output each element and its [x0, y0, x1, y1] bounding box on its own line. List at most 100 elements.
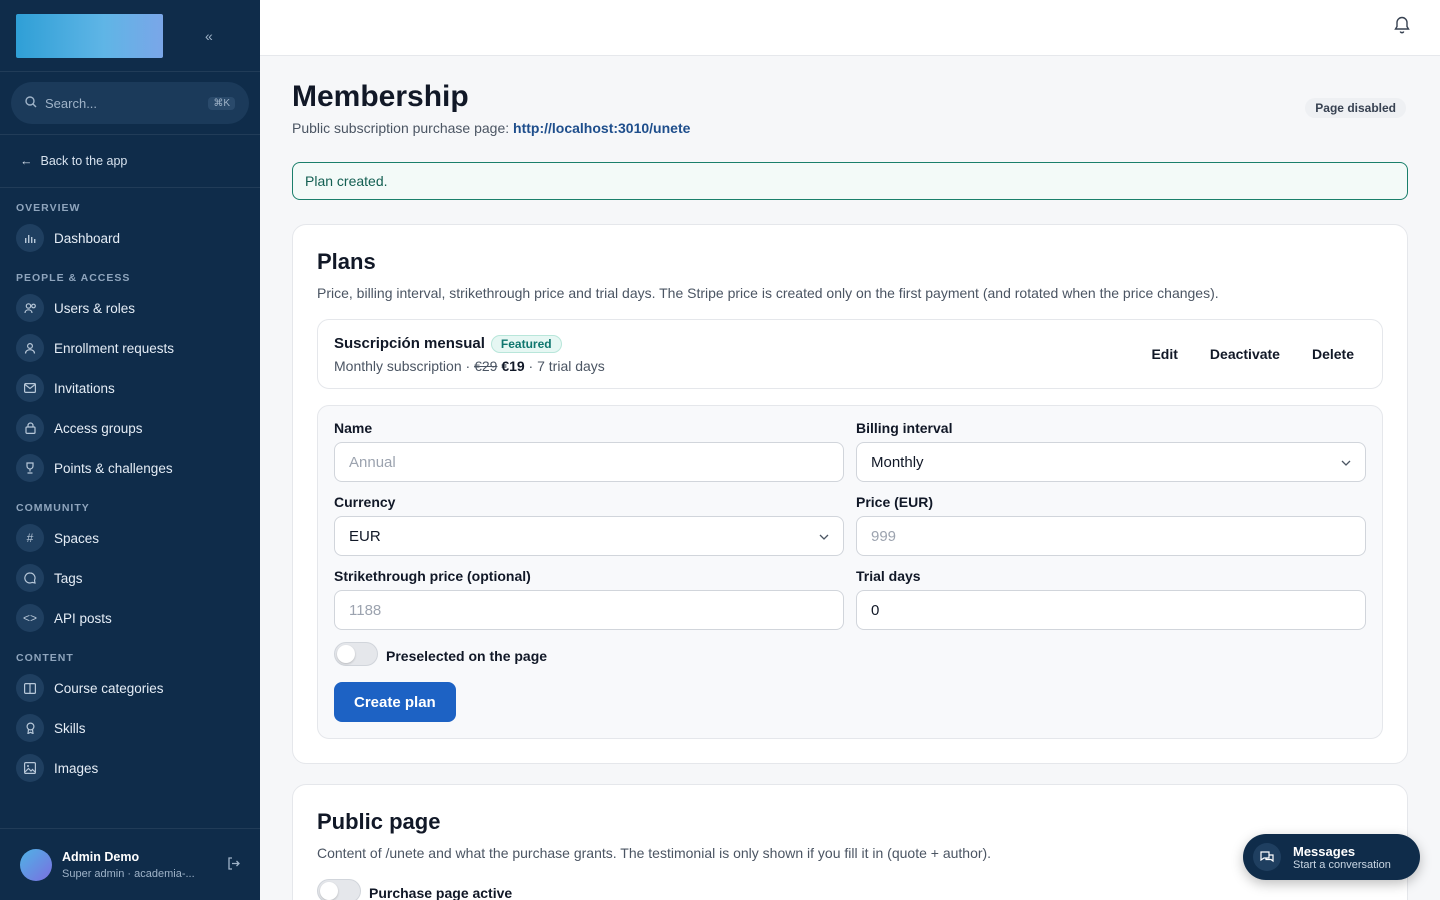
- section-content: CONTENT: [16, 652, 74, 664]
- sidebar-item-points[interactable]: Points & challenges: [0, 448, 260, 488]
- success-alert: Plan created.: [292, 162, 1408, 200]
- code-icon: <>: [16, 604, 44, 632]
- section-people: PEOPLE & ACCESS: [16, 272, 131, 284]
- sidebar-item-course-categories[interactable]: Course categories: [0, 668, 260, 708]
- logout-icon[interactable]: [227, 856, 240, 873]
- sidebar-item-label: Tags: [54, 570, 83, 586]
- featured-badge: Featured: [490, 334, 562, 353]
- page-title: Membership: [292, 80, 469, 113]
- public-page-link[interactable]: http://localhost:3010/unete: [513, 120, 690, 136]
- plan-row: Suscripción mensual Featured Monthly sub…: [317, 319, 1383, 389]
- deactivate-plan-button[interactable]: Deactivate: [1210, 346, 1280, 362]
- name-label: Name: [334, 420, 373, 436]
- sidebar-item-dashboard[interactable]: Dashboard: [0, 218, 260, 258]
- sidebar-item-label: Spaces: [54, 530, 100, 546]
- delete-plan-button[interactable]: Delete: [1312, 346, 1354, 362]
- mail-icon: [16, 374, 44, 402]
- bell-icon[interactable]: [1394, 16, 1410, 39]
- book-icon: [16, 674, 44, 702]
- sidebar-item-label: Dashboard: [54, 230, 121, 246]
- trial-days-input[interactable]: 0: [856, 590, 1366, 630]
- bar-chart-icon: [16, 224, 44, 252]
- plans-description: Price, billing interval, strikethrough p…: [317, 285, 1219, 301]
- messages-icon: [1253, 843, 1281, 871]
- sidebar-item-skills[interactable]: Skills: [0, 708, 260, 748]
- back-to-app-label: Back to the app: [40, 154, 128, 168]
- chat-bubble-icon: [16, 564, 44, 592]
- plans-title: Plans: [317, 249, 376, 274]
- price-label: Price (EUR): [856, 494, 934, 510]
- user-icon: [16, 334, 44, 362]
- currency-value: EUR: [349, 527, 381, 545]
- create-plan-button[interactable]: Create plan: [334, 682, 456, 722]
- users-icon: [16, 294, 44, 322]
- plan-meta: Monthly subscription · €29 €19 · 7 trial…: [334, 358, 605, 374]
- sidebar-item-label: Users & roles: [54, 300, 136, 316]
- avatar: [20, 848, 52, 881]
- currency-label: Currency: [334, 494, 396, 510]
- sidebar-item-label: Enrollment requests: [54, 340, 175, 356]
- arrow-left-icon: ←: [20, 154, 33, 168]
- sidebar-item-label: Skills: [54, 720, 86, 736]
- plan-interval: Monthly subscription ·: [334, 357, 475, 374]
- award-icon: [16, 714, 44, 742]
- public-page-description: Content of /unete and what the purchase …: [317, 845, 992, 861]
- sidebar-item-tags[interactable]: Tags: [0, 558, 260, 598]
- sidebar-item-access-groups[interactable]: Access groups: [0, 408, 260, 448]
- back-to-app-link[interactable]: ← Back to the app: [0, 135, 260, 187]
- status-badge: Page disabled: [1305, 98, 1406, 118]
- interval-value: Monthly: [871, 453, 924, 471]
- sidebar-search[interactable]: Search... ⌘K: [11, 82, 249, 124]
- purchase-page-toggle[interactable]: [317, 879, 361, 900]
- search-icon: [25, 95, 37, 111]
- sidebar-item-enrollment[interactable]: Enrollment requests: [0, 328, 260, 368]
- trophy-icon: [16, 454, 44, 482]
- create-plan-form: Name Annual Billing interval Monthly Cur…: [317, 405, 1383, 739]
- preselected-toggle[interactable]: [334, 642, 378, 666]
- public-page-card: Public page Content of /unete and what t…: [292, 784, 1408, 900]
- name-input[interactable]: Annual: [334, 442, 844, 482]
- preselected-label: Preselected on the page: [386, 648, 548, 664]
- interval-label: Billing interval: [856, 420, 953, 436]
- public-page-title: Public page: [317, 809, 441, 834]
- user-profile[interactable]: Admin Demo Super admin · academia-...: [0, 828, 260, 900]
- section-community: COMMUNITY: [16, 502, 90, 514]
- sidebar-item-spaces[interactable]: # Spaces: [0, 518, 260, 558]
- plans-card: Plans Price, billing interval, strikethr…: [292, 224, 1408, 764]
- sidebar-item-invitations[interactable]: Invitations: [0, 368, 260, 408]
- edit-plan-button[interactable]: Edit: [1151, 346, 1177, 362]
- plan-name: Suscripción mensual: [334, 335, 485, 352]
- plan-trial: · 7 trial days: [524, 357, 605, 374]
- image-icon: [16, 754, 44, 782]
- strike-price-input[interactable]: 1188: [334, 590, 844, 630]
- hash-icon: #: [16, 524, 44, 552]
- search-shortcut: ⌘K: [208, 96, 235, 110]
- trial-days-label: Trial days: [856, 568, 921, 584]
- sidebar-header: «: [0, 0, 260, 72]
- messages-title: Messages: [1293, 843, 1356, 859]
- currency-select[interactable]: EUR: [334, 516, 844, 556]
- chevron-down-icon: [1341, 455, 1351, 469]
- price-input[interactable]: 999: [856, 516, 1366, 556]
- sidebar-item-label: Access groups: [54, 420, 143, 436]
- page-subtitle: Public subscription purchase page: http:…: [292, 120, 1408, 136]
- main-content: Membership Public subscription purchase …: [292, 56, 1408, 764]
- sidebar-item-api-posts[interactable]: <> API posts: [0, 598, 260, 638]
- messages-subtitle: Start a conversation: [1293, 858, 1391, 871]
- sidebar-item-images[interactable]: Images: [0, 748, 260, 788]
- sidebar-item-label: Images: [54, 760, 99, 776]
- app-logo[interactable]: [16, 13, 163, 58]
- search-placeholder: Search...: [45, 95, 98, 111]
- strike-price-label: Strikethrough price (optional): [334, 568, 531, 584]
- purchase-page-label: Purchase page active: [369, 885, 513, 900]
- interval-select[interactable]: Monthly: [856, 442, 1366, 482]
- collapse-sidebar-icon[interactable]: «: [205, 28, 213, 44]
- topbar: [260, 0, 1440, 56]
- sidebar-item-users[interactable]: Users & roles: [0, 288, 260, 328]
- lock-icon: [16, 414, 44, 442]
- section-overview: OVERVIEW: [16, 202, 81, 214]
- plan-old-price: €29: [474, 357, 498, 374]
- sidebar-item-label: API posts: [54, 610, 112, 626]
- sidebar-item-label: Course categories: [54, 680, 164, 696]
- messages-button[interactable]: Messages Start a conversation: [1243, 834, 1420, 880]
